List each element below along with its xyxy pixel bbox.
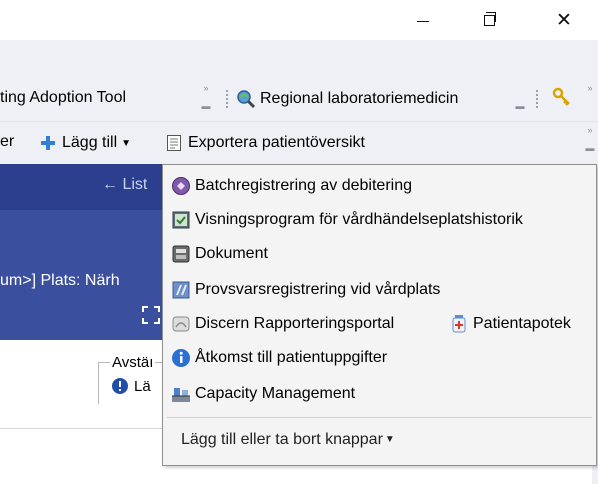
- menu-item-report-portal[interactable]: Discern Rapporteringsportal: [171, 309, 394, 339]
- menu-item-label: Discern Rapporteringsportal: [195, 315, 395, 332]
- export-document-icon: [164, 133, 184, 153]
- toolbar-overflow-button[interactable]: » ▬: [200, 84, 212, 116]
- expand-icon[interactable]: [142, 306, 160, 324]
- toolbar-row-1: ting Adoption Tool » ▬ Regional laborator…: [0, 78, 598, 122]
- menu-item-document[interactable]: Dokument: [171, 239, 268, 269]
- menu-item-label: Capacity Management: [195, 385, 356, 402]
- adoption-tool-button[interactable]: ting Adoption Tool: [0, 89, 126, 107]
- menu-item-sample-results[interactable]: Provsvarsregistrering vid vårdplats: [171, 275, 440, 305]
- toolbar-row-2: er Lägg till ▼ Exportera patientöversikt…: [0, 122, 598, 164]
- chevron-down-icon: ▼: [121, 137, 132, 149]
- toolbar-overflow-button[interactable]: »: [584, 84, 596, 116]
- key-icon: [552, 87, 572, 107]
- menu-separator: [167, 417, 592, 418]
- location-text: um>] Plats: Närh: [0, 272, 120, 289]
- toolbar-grip[interactable]: [222, 84, 234, 116]
- divider: [0, 428, 162, 429]
- magnifier-globe-icon: [236, 89, 256, 109]
- toolbar-overflow-button[interactable]: » ▬: [584, 126, 596, 158]
- menu-item-label: Provsvarsregistrering vid vårdplats: [195, 281, 441, 298]
- minimize-icon: [417, 20, 429, 22]
- menu-item-label: Patientapotek: [473, 315, 571, 332]
- menu-item-label: Åtkomst till patientuppgifter: [195, 349, 388, 366]
- sample-results-icon: [171, 280, 191, 300]
- group-box-item[interactable]: Lä: [110, 376, 151, 396]
- restore-icon: [483, 11, 496, 26]
- menu-item-capacity-management[interactable]: Capacity Management: [171, 379, 355, 409]
- close-button[interactable]: ✕: [549, 8, 579, 32]
- regional-lab-label: Regional laboratoriemedicin: [260, 90, 459, 107]
- window-titlebar: ✕: [0, 0, 598, 40]
- add-remove-buttons-item[interactable]: Lägg till eller ta bort knappar ▼: [181, 431, 395, 449]
- capacity-management-icon: [171, 384, 191, 404]
- toolbar-overflow-button[interactable]: ▬: [514, 84, 526, 116]
- viewer-program-icon: [171, 210, 191, 230]
- close-icon: ✕: [556, 9, 572, 31]
- toolbar-grip[interactable]: [532, 84, 544, 116]
- truncated-toolbar-button[interactable]: er: [0, 133, 14, 151]
- menu-item-label: Batchregistrering av debitering: [195, 177, 413, 194]
- back-to-list-link[interactable]: ← List: [102, 176, 147, 194]
- pharmacy-icon: [449, 314, 469, 334]
- key-button[interactable]: [552, 87, 572, 107]
- arrow-left-icon: ←: [102, 176, 118, 193]
- document-icon: [171, 244, 191, 264]
- minimize-button[interactable]: [408, 8, 438, 32]
- adoption-tool-label: ting Adoption Tool: [0, 89, 127, 106]
- menu-item-batch-registration[interactable]: Batchregistrering av debitering: [171, 171, 412, 201]
- toolbar-overflow-menu: Batchregistrering av debitering Visnings…: [162, 164, 597, 466]
- menu-band: [0, 40, 598, 78]
- menu-item-pharmacy[interactable]: Patientapotek: [449, 309, 571, 339]
- add-label: Lägg till: [62, 134, 118, 151]
- chevron-down-icon: ▼: [384, 434, 395, 445]
- menu-item-patient-access[interactable]: Åtkomst till patientuppgifter: [171, 343, 387, 373]
- plus-icon: [38, 133, 58, 153]
- export-patient-overview-button[interactable]: Exportera patientöversikt: [164, 133, 365, 153]
- add-remove-buttons-label: Lägg till eller ta bort knappar: [181, 431, 383, 448]
- add-button[interactable]: Lägg till ▼: [38, 133, 131, 153]
- regional-lab-button[interactable]: Regional laboratoriemedicin: [236, 89, 458, 109]
- menu-item-viewer-program[interactable]: Visningsprogram för vårdhändelseplatshis…: [171, 205, 523, 235]
- export-patient-overview-label: Exportera patientöversikt: [188, 134, 365, 151]
- maximize-button[interactable]: [474, 8, 504, 32]
- report-portal-icon: [171, 314, 191, 334]
- group-box-item-label: Lä: [134, 377, 151, 395]
- menu-item-label: Dokument: [195, 245, 268, 262]
- group-box-label: Avstäı: [110, 354, 156, 371]
- batch-registration-icon: [171, 176, 191, 196]
- back-to-list-label: List: [122, 176, 148, 193]
- menu-item-label: Visningsprogram för vårdhändelseplatshis…: [195, 211, 523, 228]
- info-icon: [171, 348, 191, 368]
- truncated-toolbar-label: er: [0, 133, 15, 150]
- warning-icon: [110, 376, 130, 396]
